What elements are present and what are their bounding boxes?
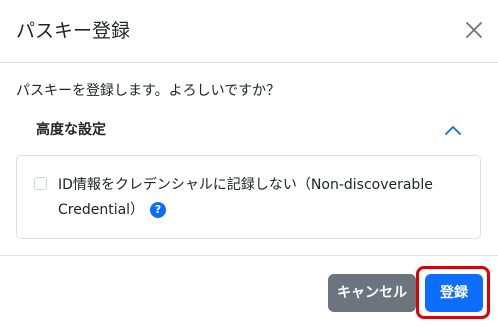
register-button[interactable]: 登録	[425, 274, 483, 312]
passkey-register-dialog: パスキー登録 パスキーを登録します。よろしいですか？ 高度な設定 ID情報をクレ…	[0, 0, 498, 327]
advanced-settings-panel: ID情報をクレデンシャルに記録しない（Non-discoverable Cred…	[16, 155, 481, 239]
non-discoverable-label-continued[interactable]: Credential）	[58, 201, 144, 219]
non-discoverable-label[interactable]: ID情報をクレデンシャルに記録しない（Non-discoverable	[58, 176, 433, 194]
advanced-settings-toggle[interactable]: 高度な設定	[16, 110, 482, 150]
chevron-up-icon	[445, 126, 461, 135]
dialog-body: パスキーを登録します。よろしいですか？ 高度な設定 ID情報をクレデンシャルに記…	[0, 63, 498, 255]
close-icon	[466, 22, 482, 38]
advanced-settings-title: 高度な設定	[36, 122, 106, 138]
dialog-title: パスキー登録	[16, 20, 131, 42]
non-discoverable-checkbox[interactable]	[34, 177, 47, 190]
cancel-button[interactable]: キャンセル	[328, 274, 416, 312]
confirm-message: パスキーを登録します。よろしいですか？	[16, 83, 281, 99]
close-button[interactable]	[462, 18, 486, 42]
help-icon[interactable]: ?	[150, 202, 166, 218]
dialog-footer: キャンセル 登録	[0, 255, 498, 327]
dialog-header: パスキー登録	[0, 0, 498, 63]
